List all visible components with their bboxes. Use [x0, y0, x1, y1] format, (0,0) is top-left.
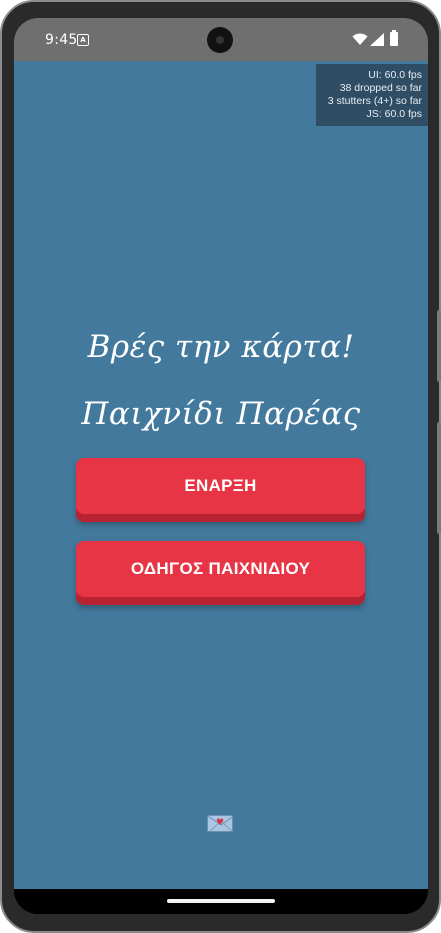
start-button-label: ΕΝΑΡΞΗ	[76, 458, 365, 514]
phone-frame: 9:45 A UI: 60.0 fps 38 dropped so far 3 …	[0, 0, 441, 933]
perf-stutters: 3 stutters (4+) so far	[327, 95, 422, 107]
front-camera	[207, 27, 233, 53]
status-time: 9:45	[45, 32, 78, 48]
status-bar: 9:45 A	[14, 18, 428, 61]
love-letter-icon[interactable]: ♥	[207, 815, 233, 832]
app-content: UI: 60.0 fps 38 dropped so far 3 stutter…	[14, 61, 428, 889]
game-subtitle: Παιχνίδι Παρέας	[81, 396, 361, 432]
perf-dropped: 38 dropped so far	[339, 82, 422, 94]
wifi-icon	[352, 33, 368, 45]
a-icon: A	[77, 34, 89, 46]
perf-js-fps: JS: 60.0 fps	[366, 108, 422, 120]
game-title: Βρές την κάρτα!	[87, 329, 355, 365]
volume-button	[437, 422, 441, 534]
home-gesture-bar[interactable]	[167, 899, 275, 903]
game-guide-button[interactable]: ΟΔΗΓΟΣ ΠΑΙΧΝΙΔΙΟΥ	[76, 541, 365, 605]
battery-icon	[390, 30, 398, 46]
perf-monitor: UI: 60.0 fps 38 dropped so far 3 stutter…	[316, 64, 428, 126]
start-button[interactable]: ΕΝΑΡΞΗ	[76, 458, 365, 522]
perf-ui-fps: UI: 60.0 fps	[368, 69, 422, 81]
navigation-bar	[14, 889, 428, 914]
heart-icon: ♥	[216, 818, 225, 828]
power-button	[437, 310, 441, 382]
game-guide-button-label: ΟΔΗΓΟΣ ΠΑΙΧΝΙΔΙΟΥ	[76, 541, 365, 597]
signal-icon	[370, 33, 384, 46]
screen: 9:45 A UI: 60.0 fps 38 dropped so far 3 …	[14, 18, 428, 914]
